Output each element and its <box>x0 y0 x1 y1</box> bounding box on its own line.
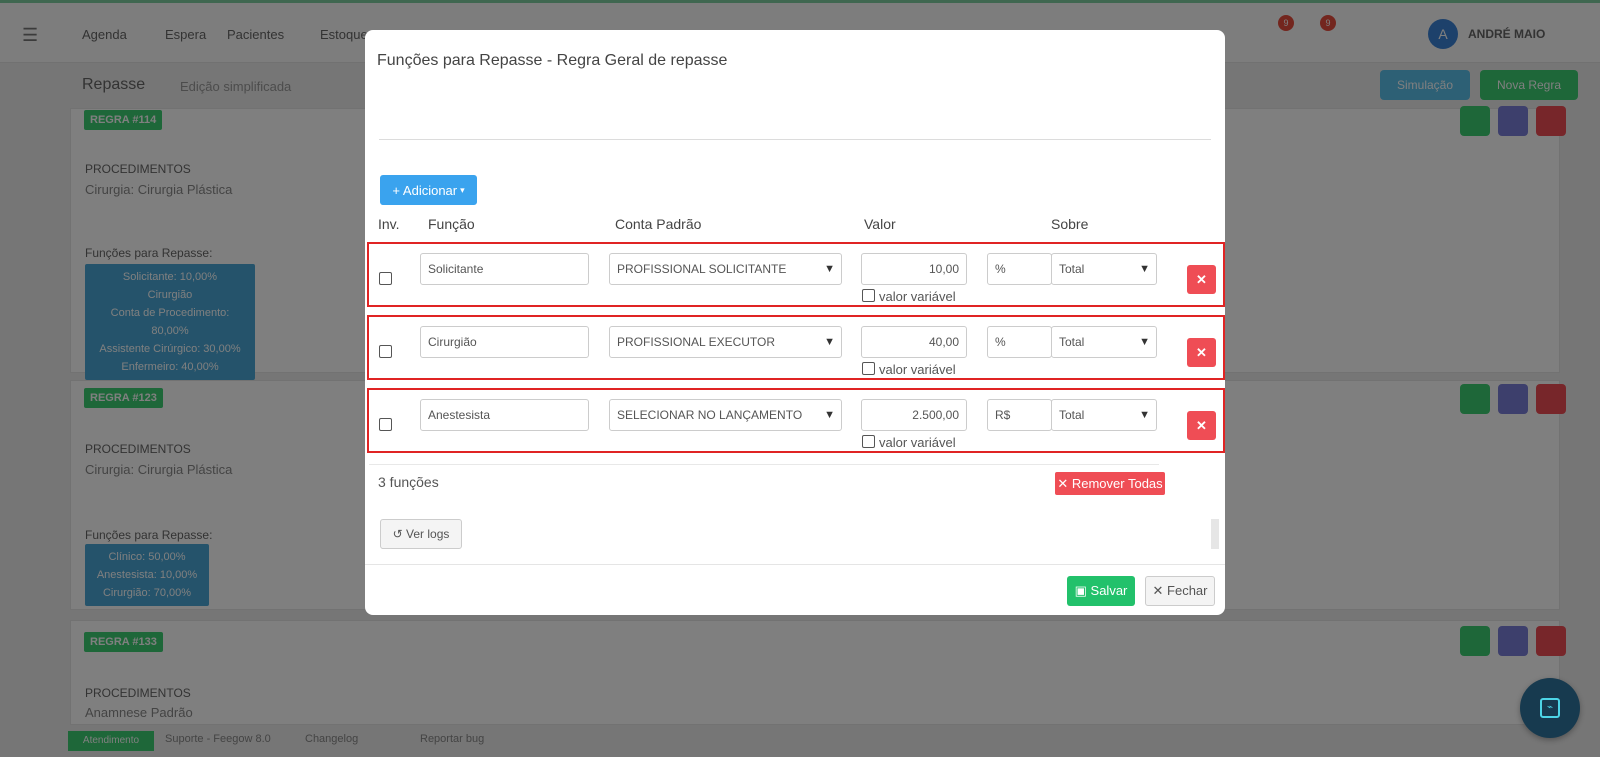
close-button[interactable]: ✕ Fechar <box>1145 576 1215 606</box>
close-label: Fechar <box>1167 583 1208 598</box>
variable-value-label: valor variável <box>879 362 956 377</box>
variable-value-label: valor variável <box>879 435 956 450</box>
account-select[interactable]: SELECIONAR NO LANÇAMENTO ▼ <box>609 399 842 431</box>
add-function-button[interactable]: + Adicionar ▾ <box>380 175 477 205</box>
remove-row-button[interactable]: ✕ <box>1187 411 1216 440</box>
value-input[interactable]: 10,00 <box>861 253 967 285</box>
chevron-down-icon: ▼ <box>824 409 835 421</box>
view-logs-button[interactable]: ↺ Ver logs <box>380 519 462 549</box>
variable-value-label: valor variável <box>879 289 956 304</box>
chat-icon: ⌁ <box>1540 698 1560 718</box>
account-select-value: PROFISSIONAL EXECUTOR <box>617 335 776 349</box>
chevron-down-icon: ▾ <box>460 184 465 195</box>
save-icon: ▣ <box>1074 583 1087 598</box>
divider <box>369 464 1159 465</box>
remove-row-button[interactable]: ✕ <box>1187 265 1216 294</box>
over-select[interactable]: Total ▼ <box>1051 326 1157 358</box>
chevron-down-icon: ▼ <box>824 336 835 348</box>
close-icon: ✕ <box>1196 272 1207 287</box>
unit-addon: R$ <box>987 399 1052 431</box>
account-select[interactable]: PROFISSIONAL EXECUTOR ▼ <box>609 326 842 358</box>
function-row: Anestesista SELECIONAR NO LANÇAMENTO ▼ 2… <box>367 388 1225 453</box>
close-icon: ✕ <box>1057 476 1069 491</box>
column-header-value: Valor <box>864 216 896 232</box>
function-name-input[interactable]: Cirurgião <box>420 326 589 358</box>
inv-checkbox[interactable] <box>379 345 392 358</box>
divider <box>379 139 1211 140</box>
floating-action-button[interactable]: ⌁ <box>1520 678 1580 738</box>
over-select[interactable]: Total ▼ <box>1051 253 1157 285</box>
account-select-value: SELECIONAR NO LANÇAMENTO <box>617 408 803 422</box>
column-header-inv: Inv. <box>378 216 400 232</box>
chevron-down-icon: ▼ <box>824 263 835 275</box>
over-select-value: Total <box>1059 262 1085 276</box>
over-select-value: Total <box>1059 408 1085 422</box>
function-name-input[interactable]: Solicitante <box>420 253 589 285</box>
account-select[interactable]: PROFISSIONAL SOLICITANTE ▼ <box>609 253 842 285</box>
over-select[interactable]: Total ▼ <box>1051 399 1157 431</box>
variable-value-checkbox[interactable] <box>862 289 875 302</box>
history-icon: ↺ <box>392 527 403 541</box>
over-select-value: Total <box>1059 335 1085 349</box>
column-header-over: Sobre <box>1051 216 1089 232</box>
unit-addon: % <box>987 326 1052 358</box>
variable-value-checkbox[interactable] <box>862 362 875 375</box>
function-row: Cirurgião PROFISSIONAL EXECUTOR ▼ 40,00 … <box>367 315 1225 380</box>
plus-icon: + <box>392 182 400 198</box>
scrollbar[interactable] <box>1211 519 1219 549</box>
close-icon: ✕ <box>1152 583 1164 598</box>
remove-all-label: Remover Todas <box>1071 476 1163 491</box>
save-label: Salvar <box>1090 583 1128 598</box>
chevron-down-icon: ▼ <box>1139 336 1150 348</box>
value-input[interactable]: 40,00 <box>861 326 967 358</box>
inv-checkbox[interactable] <box>379 272 392 285</box>
close-icon: ✕ <box>1196 345 1207 360</box>
chevron-down-icon: ▼ <box>1139 263 1150 275</box>
remove-row-button[interactable]: ✕ <box>1187 338 1216 367</box>
divider <box>365 564 1225 565</box>
column-header-account: Conta Padrão <box>615 216 702 232</box>
inv-checkbox[interactable] <box>379 418 392 431</box>
variable-value-checkbox[interactable] <box>862 435 875 448</box>
functions-modal: Funções para Repasse - Regra Geral de re… <box>365 30 1225 615</box>
function-row: Solicitante PROFISSIONAL SOLICITANTE ▼ 1… <box>367 242 1225 307</box>
chevron-down-icon: ▼ <box>1139 409 1150 421</box>
value-input[interactable]: 2.500,00 <box>861 399 967 431</box>
save-button[interactable]: ▣ Salvar <box>1067 576 1135 606</box>
account-select-value: PROFISSIONAL SOLICITANTE <box>617 262 787 276</box>
view-logs-label: Ver logs <box>406 527 450 541</box>
add-button-label: Adicionar <box>402 182 458 198</box>
remove-all-button[interactable]: ✕ Remover Todas <box>1055 472 1165 495</box>
function-name-input[interactable]: Anestesista <box>420 399 589 431</box>
function-count: 3 funções <box>378 474 439 490</box>
column-header-function: Função <box>428 216 475 232</box>
unit-addon: % <box>987 253 1052 285</box>
close-icon: ✕ <box>1196 418 1207 433</box>
modal-title: Funções para Repasse - Regra Geral de re… <box>377 52 728 69</box>
